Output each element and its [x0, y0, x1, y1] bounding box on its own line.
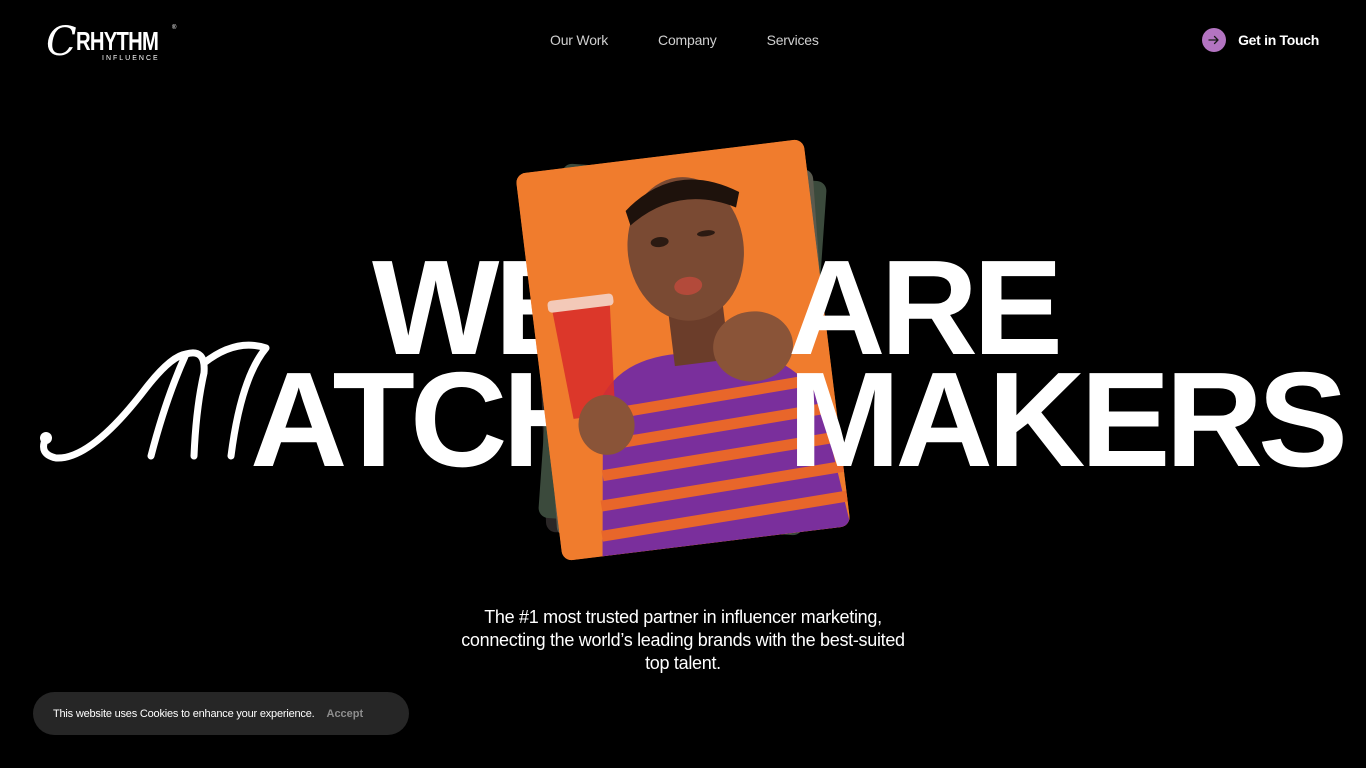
main-nav: Our Work Company Services	[550, 32, 819, 48]
logo-wordmark: RHYTHM	[76, 26, 159, 56]
cookie-banner: This website uses Cookies to enhance you…	[33, 692, 409, 735]
registered-mark: ®	[172, 25, 177, 31]
nav-item-company[interactable]: Company	[658, 32, 717, 48]
logo-subtitle: INFLUENCE	[102, 55, 160, 62]
logo-mark: C	[46, 19, 77, 65]
script-m-glyph	[40, 341, 270, 462]
hero-word-makers: MAKERS	[788, 344, 1348, 495]
cookie-message: This website uses Cookies to enhance you…	[53, 707, 315, 720]
nav-item-services[interactable]: Services	[767, 32, 819, 48]
arrow-right-icon	[1202, 28, 1227, 52]
rhythm-influence-logo[interactable]: C RHYTHM ® INFLUENCE	[46, 22, 178, 66]
page: C RHYTHM ® INFLUENCE Our Work Company Se…	[0, 0, 1366, 768]
cookie-accept-button[interactable]: Accept	[327, 708, 364, 720]
get-in-touch-button[interactable]: Get in Touch	[1202, 28, 1319, 52]
hero-tagline: The #1 most trusted partner in influence…	[461, 607, 905, 673]
nav-item-our-work[interactable]: Our Work	[550, 32, 608, 48]
get-in-touch-label: Get in Touch	[1238, 32, 1319, 48]
